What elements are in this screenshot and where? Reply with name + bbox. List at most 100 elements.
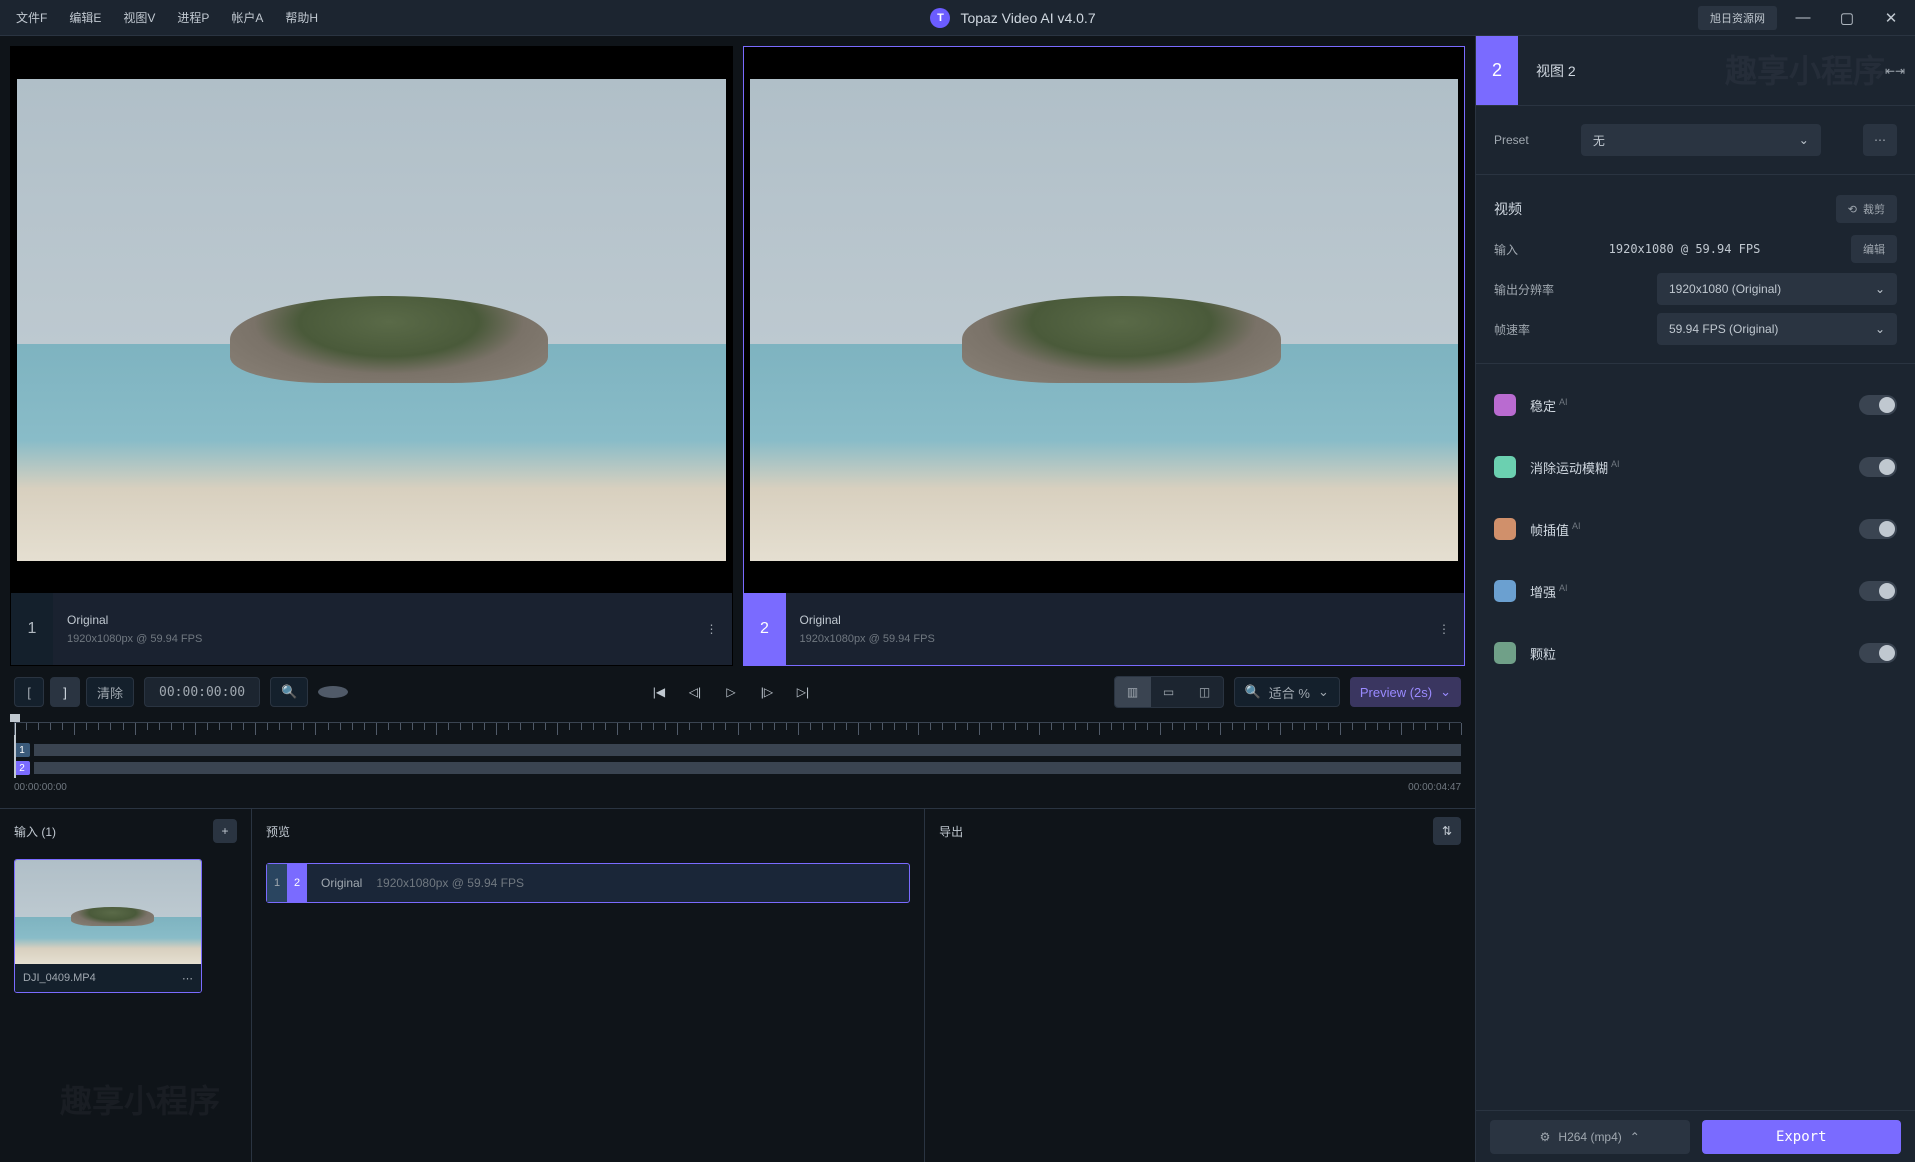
timeline-end: 00:00:04:47 bbox=[1408, 782, 1461, 793]
enhancer-row-4: 颗粒 bbox=[1476, 622, 1915, 684]
menu-help[interactable]: 帮助H bbox=[275, 3, 328, 32]
menu-process[interactable]: 进程P bbox=[167, 3, 219, 32]
chevron-down-icon: ⌄ bbox=[1875, 322, 1885, 336]
slider-handle-icon[interactable] bbox=[318, 686, 348, 698]
enhancer-row-2: 帧插值AI bbox=[1476, 498, 1915, 560]
input-panel: 输入 (1) + DJI_0409.MP4 ⋯ 趣享小程序 bbox=[0, 809, 252, 1162]
crop-button[interactable]: ⟲ 裁剪 bbox=[1836, 195, 1897, 223]
thumb-menu-icon[interactable]: ⋯ bbox=[182, 972, 193, 985]
close-button[interactable]: ✕ bbox=[1873, 4, 1909, 32]
gear-icon: ⚙ bbox=[1540, 1130, 1551, 1144]
track-2[interactable] bbox=[34, 762, 1461, 774]
codec-label: H264 (mp4) bbox=[1558, 1130, 1621, 1144]
track-1[interactable] bbox=[34, 744, 1461, 756]
chevron-down-icon: ⌄ bbox=[1440, 684, 1451, 700]
add-input-button[interactable]: + bbox=[213, 819, 237, 843]
track-badge-1: 1 bbox=[14, 743, 30, 757]
chevron-down-icon: ⌄ bbox=[1318, 684, 1329, 700]
codec-select[interactable]: ⚙ H264 (mp4) ⌃ bbox=[1490, 1120, 1690, 1154]
single-view-icon[interactable]: ▭ bbox=[1151, 677, 1187, 707]
enhancer-icon bbox=[1494, 518, 1516, 540]
menu-view[interactable]: 视图V bbox=[113, 3, 165, 32]
crop-label: 裁剪 bbox=[1863, 201, 1885, 217]
go-end-button[interactable]: ▷| bbox=[794, 683, 812, 701]
window-controls: 旭日资源网 — ▢ ✕ bbox=[1698, 4, 1909, 32]
split-view-icon[interactable]: ◫ bbox=[1187, 677, 1223, 707]
side-by-side-icon[interactable]: ▥ bbox=[1115, 677, 1151, 707]
menu-file[interactable]: 文件F bbox=[6, 3, 57, 32]
play-button[interactable]: ▷ bbox=[722, 683, 740, 701]
enhancer-label: 帧插值AI bbox=[1530, 520, 1845, 539]
enhancer-label: 增强AI bbox=[1530, 582, 1845, 601]
enhancer-row-1: 消除运动模糊AI bbox=[1476, 436, 1915, 498]
watermark-text: 趣享小程序 bbox=[60, 1076, 220, 1122]
timeline-ruler[interactable] bbox=[14, 722, 1461, 740]
enhancer-row-3: 增强AI bbox=[1476, 560, 1915, 622]
enhancer-row-0: 稳定AI bbox=[1476, 374, 1915, 436]
output-res-select[interactable]: 1920x1080 (Original) ⌄ bbox=[1657, 273, 1897, 305]
preview-row-badge-1: 1 bbox=[267, 864, 287, 902]
app-title: T Topaz Video AI v4.0.7 bbox=[328, 8, 1698, 28]
preview-row-badge-2: 2 bbox=[287, 864, 307, 902]
output-res-value: 1920x1080 (Original) bbox=[1669, 282, 1781, 296]
export-button[interactable]: Export bbox=[1702, 1120, 1902, 1154]
step-fwd-button[interactable]: |▷ bbox=[758, 683, 776, 701]
step-back-button[interactable]: ◁| bbox=[686, 683, 704, 701]
minimize-button[interactable]: — bbox=[1785, 4, 1821, 32]
zoom-out-icon: 🔍 bbox=[1245, 684, 1261, 700]
mark-in-button[interactable]: [ bbox=[14, 677, 44, 707]
preview-list-row[interactable]: 1 2 Original 1920x1080px @ 59.94 FPS bbox=[266, 863, 910, 903]
enhancer-list: 稳定AI 消除运动模糊AI 帧插值AI 增强AI 颗粒 bbox=[1476, 364, 1915, 694]
enhancer-icon bbox=[1494, 580, 1516, 602]
fps-label: 帧速率 bbox=[1494, 321, 1530, 338]
fps-value: 59.94 FPS (Original) bbox=[1669, 322, 1778, 336]
enhancer-toggle[interactable] bbox=[1859, 643, 1897, 663]
menu-bar: 文件F 编辑E 视图V 进程P 帐户A 帮助H bbox=[6, 3, 328, 32]
pane-menu-2[interactable]: ⋮ bbox=[1424, 593, 1464, 665]
preview-pane-2[interactable]: 2 Original 1920x1080px @ 59.94 FPS ⋮ bbox=[743, 46, 1466, 666]
preset-value: 无 bbox=[1593, 132, 1605, 149]
pane-menu-1[interactable]: ⋮ bbox=[692, 593, 732, 665]
export-collapse-button[interactable]: ⇅ bbox=[1433, 817, 1461, 845]
search-icon[interactable]: 🔍 bbox=[270, 677, 308, 707]
go-start-button[interactable]: |◀ bbox=[650, 683, 668, 701]
timecode-display[interactable]: 00:00:00:00 bbox=[144, 677, 260, 707]
enhancer-toggle[interactable] bbox=[1859, 395, 1897, 415]
compare-mode-toggle[interactable]: ▥ ▭ ◫ bbox=[1114, 676, 1224, 708]
pane-badge-1: 1 bbox=[11, 593, 53, 665]
enhancer-icon bbox=[1494, 642, 1516, 664]
timeline[interactable]: 1 2 00:00:00:00 00:00:04:47 bbox=[0, 718, 1475, 808]
menu-account[interactable]: 帐户A bbox=[221, 3, 273, 32]
crop-icon: ⟲ bbox=[1848, 203, 1857, 216]
preview-image-2 bbox=[750, 79, 1459, 561]
edit-input-button[interactable]: 编辑 bbox=[1851, 235, 1897, 263]
source-tag[interactable]: 旭日资源网 bbox=[1698, 6, 1777, 30]
enhancer-toggle[interactable] bbox=[1859, 519, 1897, 539]
enhancer-toggle[interactable] bbox=[1859, 457, 1897, 477]
maximize-button[interactable]: ▢ bbox=[1829, 4, 1865, 32]
preview-label: Preview (2s) bbox=[1360, 685, 1432, 700]
export-panel: 导出 ⇅ bbox=[925, 809, 1475, 1162]
export-panel-title: 导出 bbox=[939, 823, 963, 840]
output-res-label: 输出分辨率 bbox=[1494, 281, 1554, 298]
preview-pane-1[interactable]: 1 Original 1920x1080px @ 59.94 FPS ⋮ bbox=[10, 46, 733, 666]
expand-sidebar-button[interactable]: ⇤⇥ bbox=[1875, 51, 1915, 91]
app-title-text: Topaz Video AI v4.0.7 bbox=[960, 10, 1095, 26]
bottom-panels: 输入 (1) + DJI_0409.MP4 ⋯ 趣享小程序 预览 1 bbox=[0, 808, 1475, 1162]
pane-meta-2: 1920x1080px @ 59.94 FPS bbox=[800, 633, 1411, 645]
input-thumbnail[interactable]: DJI_0409.MP4 ⋯ bbox=[14, 859, 202, 993]
preset-label: Preset bbox=[1494, 133, 1529, 147]
chevron-down-icon: ⌄ bbox=[1799, 133, 1809, 147]
enhancer-toggle[interactable] bbox=[1859, 581, 1897, 601]
mark-out-button[interactable]: ] bbox=[50, 677, 80, 707]
zoom-select[interactable]: 🔍 适合 % ⌄ bbox=[1234, 677, 1340, 707]
preview-dropdown[interactable]: Preview (2s) ⌄ bbox=[1350, 677, 1461, 707]
pane-name-1: Original bbox=[67, 613, 678, 627]
input-res-label: 输入 bbox=[1494, 241, 1518, 258]
preset-more-button[interactable]: ⋯ bbox=[1863, 124, 1897, 156]
clear-button[interactable]: 清除 bbox=[86, 677, 134, 707]
preset-select[interactable]: 无 ⌄ bbox=[1581, 124, 1821, 156]
input-res-value: 1920x1080 @ 59.94 FPS bbox=[1609, 242, 1761, 256]
menu-edit[interactable]: 编辑E bbox=[59, 3, 111, 32]
fps-select[interactable]: 59.94 FPS (Original) ⌄ bbox=[1657, 313, 1897, 345]
